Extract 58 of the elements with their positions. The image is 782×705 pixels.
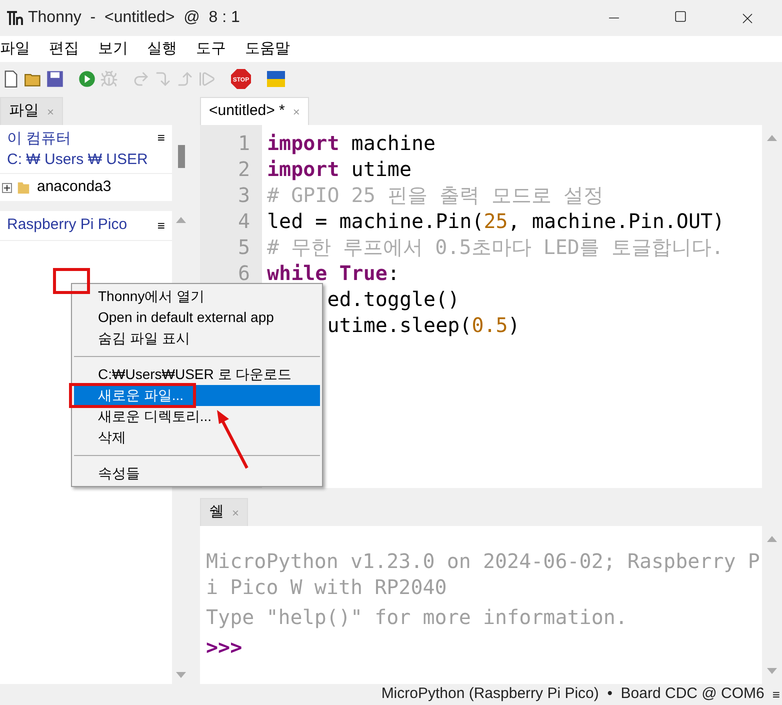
shell-tab[interactable]: 쉘 × (200, 498, 248, 526)
code-line: # 무한 루프에서 0.5초마다 LED를 토글합니다. (267, 234, 724, 260)
folder-path: C: ₩ Users ₩ USER (7, 150, 148, 170)
new-file-icon[interactable] (2, 70, 20, 88)
line-number: 6 (238, 260, 250, 286)
menu-item[interactable]: 실행 (147, 38, 177, 60)
line-number: 2 (238, 156, 250, 182)
line-number: 4 (238, 208, 250, 234)
section-title: Raspberry Pi Pico (7, 215, 128, 236)
maximize-icon[interactable] (674, 10, 687, 22)
section-title: 이 컴퓨터 (7, 129, 72, 149)
line-number: 5 (238, 234, 250, 260)
annotation-arrow (214, 408, 250, 471)
scroll-up-icon[interactable] (767, 536, 777, 542)
code-line: led = machine.Pin(25, machine.Pin.OUT) (267, 208, 725, 234)
folder-name[interactable]: anaconda3 (37, 176, 112, 199)
scroll-up-icon[interactable] (176, 217, 186, 223)
shell-prompt[interactable]: >>> (206, 634, 242, 660)
window-title: Thonny - <untitled> @ 8 : 1 (28, 8, 240, 28)
files-tab[interactable]: 파일 × (0, 97, 64, 125)
menu-item[interactable]: 삭제 (74, 427, 128, 448)
scroll-down-icon[interactable] (767, 668, 777, 674)
folder-icon (16, 180, 31, 196)
menu-icon[interactable]: ≡ (157, 128, 165, 170)
scroll-down-icon[interactable] (176, 672, 186, 678)
status-text: MicroPython (Raspberry Pi Pico) • Board CDC @ COM6 (381, 684, 764, 704)
menu-item[interactable]: Open in default external app (74, 307, 276, 328)
menu-item[interactable]: 새로운 디렉토리... (74, 406, 214, 427)
code-line: while True: (267, 260, 400, 286)
scrollbar-thumb[interactable] (178, 145, 184, 168)
flag-icon[interactable] (266, 69, 286, 89)
shell-output: MicroPython v1.23.0 on 2024-06-02; Raspberry Pi Pico W with RP2040 (206, 548, 760, 600)
shell-output: Type "help()" for more information. (206, 604, 628, 630)
editor-tab[interactable]: <untitled> * × (200, 97, 309, 125)
line-number: 1 (238, 130, 250, 156)
app-logo-icon (6, 9, 24, 27)
code-line: import machine (267, 130, 436, 156)
code-line: import utime (267, 156, 412, 182)
menu-item[interactable]: 속성들 (74, 463, 142, 484)
menu-item[interactable]: 도구 (196, 38, 226, 60)
code-line: # GPIO 25 핀을 출력 모드로 설정 (267, 182, 604, 208)
menu-item[interactable]: 파일 (0, 38, 30, 60)
menu-item[interactable]: 숨김 파일 표시 (74, 328, 192, 349)
menu-item[interactable]: 새로운 파일... (74, 385, 320, 406)
scroll-up-icon[interactable] (767, 135, 777, 141)
menu-item[interactable]: Thonny에서 열기 (74, 286, 207, 307)
code-line: ed.toggle() (326, 286, 460, 312)
menu-item[interactable]: 보기 (98, 38, 128, 60)
line-number: 3 (238, 182, 250, 208)
menu-item[interactable]: 도움말 (245, 38, 290, 60)
menu-icon[interactable]: ≡ (772, 684, 780, 704)
menu-item[interactable]: C:₩Users₩USER 로 다운로드 (74, 364, 294, 385)
run-icon[interactable] (78, 70, 96, 88)
menu-item[interactable]: 편집 (49, 38, 79, 60)
expand-icon[interactable] (2, 182, 12, 192)
save-icon[interactable] (46, 70, 64, 88)
menu-icon[interactable]: ≡ (157, 216, 165, 236)
annotation-frame (53, 268, 90, 294)
